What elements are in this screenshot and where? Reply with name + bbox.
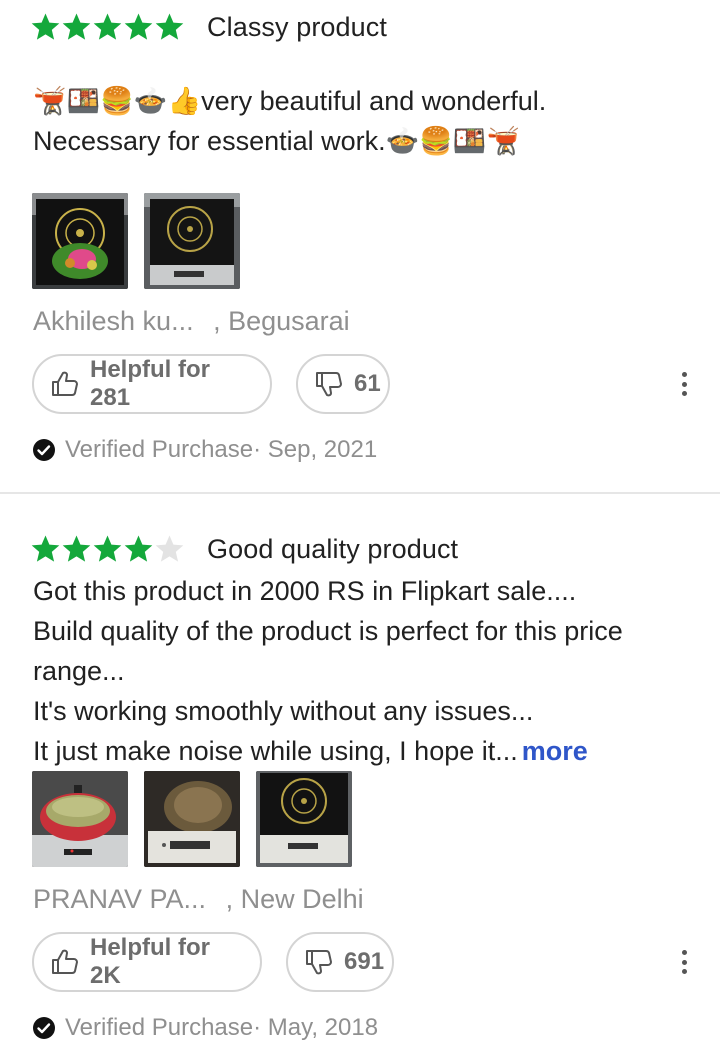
review-text-line: It just make noise while using, I hope i… — [33, 731, 703, 771]
review-photos — [32, 193, 240, 289]
verified-purchase: Verified Purchase · May, 2018 — [32, 1014, 378, 1042]
star-icon — [30, 534, 61, 564]
review-photo[interactable] — [144, 193, 240, 289]
review-header: Good quality product — [30, 529, 458, 569]
verified-label: Verified Purchase — [65, 436, 254, 463]
review-photo[interactable] — [144, 771, 240, 867]
more-vertical-icon — [681, 372, 687, 377]
read-more-link[interactable]: more — [522, 736, 588, 766]
dislike-count: 691 — [344, 948, 385, 975]
review-date: · May, 2018 — [253, 1014, 379, 1041]
verified-label: Verified Purchase — [65, 1014, 254, 1041]
review-header: Classy product — [30, 7, 387, 47]
verified-purchase: Verified Purchase · Sep, 2021 — [32, 436, 377, 464]
review-text-line: It's working smoothly without any issues… — [33, 696, 534, 726]
review-text-truncated: It just make noise while using, I hope i… — [33, 736, 518, 766]
review-actions: Helpful for 281 61 — [32, 354, 390, 414]
review-author: Akhilesh ku... , Begusarai — [33, 306, 350, 337]
review-photo[interactable] — [32, 193, 128, 289]
review-text: 🫕🍱🍔🍲👍very beautiful and wonderful. Neces… — [33, 81, 703, 161]
author-name: Akhilesh ku... — [33, 306, 194, 336]
review-text: Got this product in 2000 RS in Flipkart … — [33, 571, 703, 771]
review-text-line: Got this product in 2000 RS in Flipkart … — [33, 576, 577, 606]
author-location: , New Delhi — [225, 884, 364, 914]
more-options-button[interactable] — [672, 946, 696, 978]
review-text-line: range... — [33, 656, 125, 686]
review-text-line: Build quality of the product is perfect … — [33, 616, 623, 646]
review-card: Good quality product Got this product in… — [0, 494, 720, 1062]
thumbs-up-icon — [50, 947, 80, 977]
review-title: Classy product — [207, 11, 387, 42]
star-icon — [30, 12, 61, 42]
star-icon — [123, 534, 154, 564]
star-icon — [154, 12, 185, 42]
review-photos — [32, 771, 352, 867]
helpful-button[interactable]: Helpful for 2K — [32, 932, 262, 992]
more-options-button[interactable] — [672, 368, 696, 400]
thumbs-up-icon — [50, 369, 80, 399]
review-author: PRANAV PA... , New Delhi — [33, 884, 364, 915]
review-date: · Sep, 2021 — [253, 436, 378, 463]
star-rating — [30, 534, 185, 564]
star-rating — [30, 12, 185, 42]
star-icon — [61, 534, 92, 564]
helpful-label: Helpful for 281 — [90, 356, 210, 411]
dislike-count: 61 — [354, 370, 381, 397]
review-actions: Helpful for 2K 691 — [32, 932, 394, 992]
review-text-line: 🫕🍱🍔🍲👍very beautiful and wonderful. — [33, 86, 547, 116]
author-location: , Begusarai — [213, 306, 350, 336]
star-icon — [92, 12, 123, 42]
review-card: Classy product 🫕🍱🍔🍲👍very beautiful and w… — [0, 0, 720, 494]
author-name: PRANAV PA... — [33, 884, 207, 914]
review-text-line: Necessary for essential work.🍲🍔🍱🫕 — [33, 126, 521, 156]
dislike-button[interactable]: 691 — [286, 932, 394, 992]
helpful-button[interactable]: Helpful for 281 — [32, 354, 272, 414]
star-icon — [61, 12, 92, 42]
dislike-button[interactable]: 61 — [296, 354, 390, 414]
check-circle-icon — [32, 1016, 56, 1040]
helpful-label: Helpful for 2K — [90, 934, 210, 989]
more-vertical-icon — [681, 950, 687, 955]
review-title: Good quality product — [207, 533, 459, 564]
review-photo[interactable] — [32, 771, 128, 867]
thumbs-down-icon — [304, 947, 334, 977]
star-icon — [92, 534, 123, 564]
star-icon — [123, 12, 154, 42]
thumbs-down-icon — [314, 369, 344, 399]
star-outline-icon — [154, 534, 185, 564]
check-circle-icon — [32, 438, 56, 462]
review-photo[interactable] — [256, 771, 352, 867]
